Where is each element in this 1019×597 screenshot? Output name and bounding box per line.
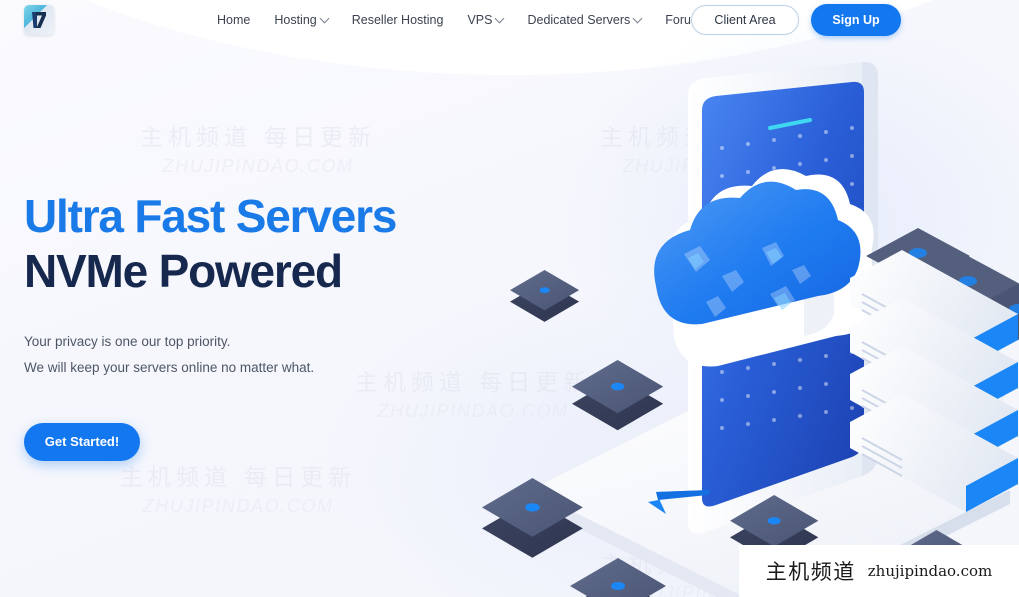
site-watermark-badge: 主机频道 zhujipindao.com <box>739 545 1019 597</box>
page-title-line2: NVMe Powered <box>24 245 343 298</box>
watermark: 主机频道 每日更新 ZHUJIPINDAO.COM <box>120 458 356 517</box>
nav-label: VPS <box>467 13 493 27</box>
chevron-down-icon <box>495 13 505 23</box>
badge-cn-text: 主机频道 <box>765 560 856 584</box>
nav-item-reseller-hosting[interactable]: Reseller Hosting <box>340 0 456 40</box>
hero-subtitle-line1: Your privacy is one our top priority. <box>24 333 231 349</box>
site-logo[interactable] <box>24 5 54 35</box>
watermark-en: ZHUJIPINDAO.COM <box>142 496 334 516</box>
watermark-en: ZHUJIPINDAO.COM <box>162 156 354 176</box>
hero-content: Ultra Fast Servers NVMe Powered Your pri… <box>24 190 494 461</box>
watermark: 主机频道 每日更新 ZHUJIPINDAO.COM <box>140 118 376 177</box>
watermark-cn: 主机频道 每日更新 <box>140 125 377 151</box>
nav-label: Hosting <box>274 13 317 27</box>
chevron-down-icon <box>319 13 330 23</box>
site-header: Home Hosting Reseller Hosting VPS Dedica… <box>0 0 1019 40</box>
nav-item-dedicated-servers[interactable]: Dedicated Servers <box>515 0 653 40</box>
main-navigation: Home Hosting Reseller Hosting VPS Dedica… <box>205 0 713 40</box>
nav-label: Dedicated Servers <box>527 13 631 27</box>
nav-label: Home <box>217 13 251 27</box>
badge-domain-text: zhujipindao.com <box>867 562 993 580</box>
landing-page: 主机频道 每日更新 ZHUJIPINDAO.COM 主机频道 每日更新 ZHUJ… <box>0 0 1019 597</box>
nav-item-vps[interactable]: VPS <box>455 0 515 40</box>
chevron-down-icon <box>632 13 643 23</box>
sign-up-button[interactable]: Sign Up <box>811 4 901 36</box>
nav-item-home[interactable]: Home <box>205 0 262 40</box>
client-area-button[interactable]: Client Area <box>691 5 799 35</box>
hero-illustration <box>470 40 1019 597</box>
nav-item-hosting[interactable]: Hosting <box>262 0 339 40</box>
seven-logo-icon <box>32 12 46 28</box>
hero-subtitle-line2: We will keep your servers online no matt… <box>24 359 315 375</box>
page-title-line1: Ultra Fast Servers <box>24 190 397 242</box>
hero-subtitle: Your privacy is one our top priority. We… <box>24 329 494 381</box>
get-started-button[interactable]: Get Started! <box>24 422 140 461</box>
watermark-cn: 主机频道 每日更新 <box>120 465 357 491</box>
nav-label: Reseller Hosting <box>351 13 444 27</box>
